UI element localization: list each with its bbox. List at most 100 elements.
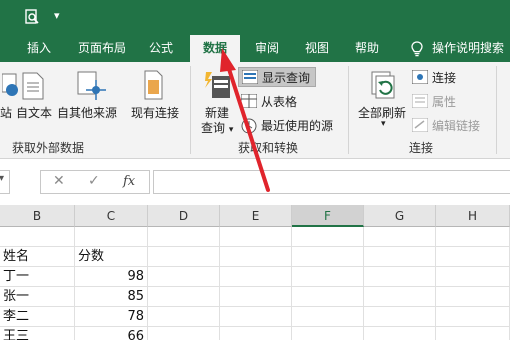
refresh-all-icon [371,71,395,99]
column-header-e[interactable]: E [220,205,292,227]
tab-page-layout[interactable]: 页面布局 [70,35,134,62]
cell[interactable] [364,247,436,267]
cell[interactable] [292,307,364,327]
formula-bar: ▾ ✕ ✓ fx [0,159,510,205]
column-header-b[interactable]: B [0,205,75,227]
cell[interactable] [220,267,292,287]
table-header-name[interactable]: 姓名 [0,247,75,267]
tab-view[interactable]: 视图 [296,35,338,62]
tab-review[interactable]: 审阅 [246,35,288,62]
from-web-icon [2,73,18,96]
table-row-name[interactable]: 丁一 [0,267,75,287]
cell[interactable] [148,307,220,327]
column-header-c[interactable]: C [75,205,148,227]
column-header-d[interactable]: D [148,205,220,227]
cell[interactable] [148,227,220,247]
lightbulb-icon [411,41,423,57]
column-header-f[interactable]: F [292,205,364,227]
cell[interactable] [436,307,510,327]
new-query-dropdown[interactable]: 查询 ▾ [201,119,233,136]
from-other-sources-button[interactable]: 自其他来源 [57,104,117,121]
cell[interactable] [364,307,436,327]
connections-label: 连接 [432,71,457,85]
show-queries-button[interactable]: 显示查询 [238,67,316,87]
print-preview-icon[interactable] [24,9,40,25]
edit-links-label: 编辑链接 [432,119,481,133]
group-divider [190,66,191,154]
tab-data[interactable]: 数据 [190,35,240,62]
cell[interactable] [436,267,510,287]
chevron-down-icon: ▾ [228,125,234,135]
cell[interactable] [220,227,292,247]
cell[interactable] [148,287,220,307]
tell-me-search[interactable]: 操作说明搜索 [432,35,510,62]
cell[interactable] [436,287,510,307]
table-row-name[interactable]: 王三 [0,327,75,340]
recent-sources-label: 最近使用的源 [261,119,334,133]
cell[interactable] [220,327,292,340]
show-queries-label: 显示查询 [262,71,311,85]
worksheet-grid: B C D E F G H 姓名 分数 丁一 98 张一 85 李二 78 王三… [0,205,510,340]
table-row-name[interactable]: 张一 [0,287,75,307]
cell[interactable] [436,327,510,340]
new-query-label-line2: 查询 [201,121,226,135]
formula-buttons: ✕ ✓ fx [40,170,150,194]
table-icon [241,94,257,108]
cell[interactable] [148,327,220,340]
insert-function-icon[interactable]: fx [123,174,135,189]
table-row-score[interactable]: 98 [75,267,148,287]
clock-icon [241,118,257,134]
table-row-score[interactable]: 66 [75,327,148,340]
tab-insert[interactable]: 插入 [18,35,60,62]
group-label-get-transform: 获取和转换 [238,141,299,155]
refresh-chevron-down-icon[interactable]: ▾ [381,119,386,129]
properties-icon [412,94,428,108]
chevron-down-icon: ▾ [0,173,5,184]
new-query-icon [205,72,230,98]
cell[interactable] [364,267,436,287]
group-divider [496,66,497,154]
column-header-g[interactable]: G [364,205,436,227]
cell[interactable] [220,287,292,307]
formula-input[interactable] [153,170,510,194]
ribbon-tabs: 插入 页面布局 公式 数据 审阅 视图 帮助 操作说明搜索 [0,35,510,62]
from-other-sources-icon [77,71,106,100]
from-web-button[interactable]: 站 [0,104,12,121]
group-label-get-external-data: 获取外部数据 [12,141,85,155]
table-row-score[interactable]: 78 [75,307,148,327]
cell[interactable] [436,247,510,267]
cell[interactable] [148,267,220,287]
cell[interactable] [436,227,510,247]
cancel-icon[interactable]: ✕ [53,173,65,189]
cell[interactable] [220,307,292,327]
properties-label: 属性 [432,95,457,109]
cell[interactable] [292,247,364,267]
enter-icon[interactable]: ✓ [88,173,100,189]
column-header-h[interactable]: H [436,205,510,227]
table-header-score[interactable]: 分数 [75,247,148,267]
table-row-score[interactable]: 85 [75,287,148,307]
cell[interactable] [364,327,436,340]
table-row-name[interactable]: 李二 [0,307,75,327]
tab-formulas[interactable]: 公式 [140,35,182,62]
from-text-button[interactable]: 自文本 [16,104,52,121]
cell[interactable] [0,227,75,247]
cell[interactable] [364,227,436,247]
cell[interactable] [364,287,436,307]
customize-quick-access-icon[interactable]: ▾ [54,9,60,22]
edit-links-icon [412,118,428,132]
name-box-dropdown[interactable]: ▾ [0,170,10,194]
cell[interactable] [292,287,364,307]
cell[interactable] [220,247,292,267]
cell[interactable] [292,227,364,247]
excel-window: ▾ 插入 页面布局 公式 数据 审阅 视图 帮助 操作说明搜索 站 自文本 自其… [0,0,510,340]
cell[interactable] [148,247,220,267]
tab-help[interactable]: 帮助 [346,35,388,62]
cell[interactable] [75,227,148,247]
cell[interactable] [292,267,364,287]
title-bar: ▾ [0,0,510,35]
from-text-icon [22,72,44,100]
existing-connections-button[interactable]: 现有连接 [131,104,179,121]
group-divider [348,66,349,154]
cell[interactable] [292,327,364,340]
